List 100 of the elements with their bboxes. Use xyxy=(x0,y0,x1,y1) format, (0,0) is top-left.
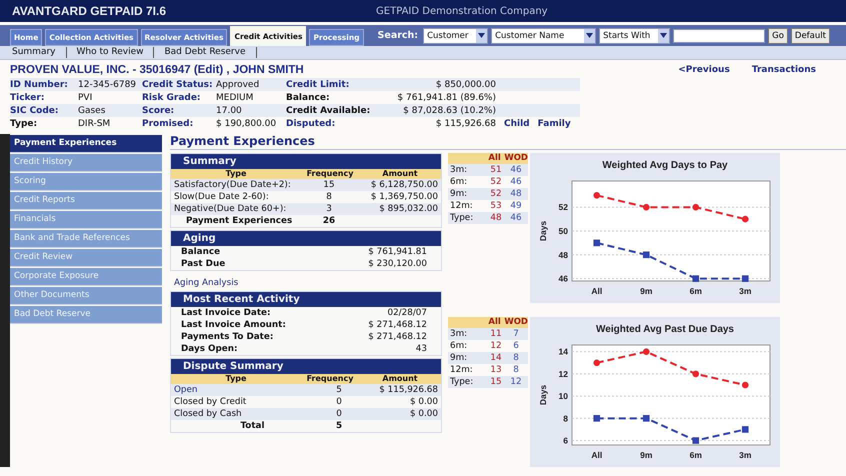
sub-nav-link[interactable]: Bad Debt Reserve xyxy=(154,47,256,58)
x-tick-label: All xyxy=(591,286,602,296)
table-cell-text: $ 0.00 xyxy=(409,396,439,408)
y-tick-label: 52 xyxy=(558,202,568,212)
table-cell-text: $ 1,369,750.00 xyxy=(370,191,439,203)
page-title: Payment Experiences xyxy=(170,134,846,150)
company-name: GETPAID Demonstration Company xyxy=(376,6,548,16)
search-field[interactable] xyxy=(673,28,766,42)
field-value: 17.00 xyxy=(216,106,243,116)
table-cell-text: 0 xyxy=(335,396,343,408)
x-tick-label: 3m xyxy=(739,286,752,296)
table-cell-text: 48 xyxy=(509,188,523,200)
row-value: 02/28/07 xyxy=(387,307,427,319)
table-cell-text: 46 xyxy=(509,176,523,188)
table-cell-text: Satisfactory(Due Date+2): xyxy=(173,179,292,191)
x-tick-label: 6m xyxy=(690,450,702,460)
section-header: Aging xyxy=(171,231,441,246)
table-cell-text: 0 xyxy=(335,408,343,420)
table-cell-text: Closed by Cash xyxy=(173,408,243,420)
y-tick-label: 6 xyxy=(563,436,568,446)
sidebar-item[interactable]: Payment Experiences xyxy=(10,135,162,153)
default-button[interactable]: Default xyxy=(790,28,830,44)
section-header: Dispute Summary xyxy=(171,359,441,374)
row-value: $ 761,941.81 xyxy=(368,246,427,258)
row-value: 43 xyxy=(416,343,427,355)
table-cell-text: 52 xyxy=(489,176,503,188)
row-label: Last Invoice Date: xyxy=(181,307,271,319)
table-cell-text: 12m: xyxy=(449,364,474,376)
table-cell-text: 8 xyxy=(512,364,520,376)
field-label: Type: xyxy=(10,118,38,128)
data-point xyxy=(642,204,650,210)
field-label[interactable]: Credit Limit: xyxy=(286,80,380,90)
field-value: $ 850,000.00 xyxy=(434,80,496,90)
column-header: Type xyxy=(224,374,248,384)
y-tick-label: 12 xyxy=(558,368,568,379)
go-button[interactable]: Go xyxy=(768,28,788,44)
field-label[interactable]: Disputed: xyxy=(286,118,380,128)
field-label[interactable]: Ticker: xyxy=(10,92,78,102)
table-cell-text: $ 0.00 xyxy=(409,408,439,420)
column-header: Frequency xyxy=(306,374,354,384)
y-tick-label: 10 xyxy=(558,391,568,402)
data-point xyxy=(742,216,749,222)
table-cell-text: Total xyxy=(239,420,266,432)
field-value: Approved xyxy=(216,80,260,90)
table-cell-text: 15 xyxy=(322,179,336,191)
table-cell-text: 3m: xyxy=(449,164,468,176)
axis-label: Days xyxy=(538,220,548,242)
previous-link[interactable]: <Previous xyxy=(678,65,730,75)
table-cell-text: 3 xyxy=(325,203,333,215)
x-tick-label: 9m xyxy=(640,286,652,296)
x-tick-label: 3m xyxy=(739,450,752,460)
table-cell-text: $ 6,128,750.00 xyxy=(370,179,439,191)
section-header: Summary xyxy=(171,154,441,169)
table-cell-text: Closed by Credit xyxy=(173,396,248,408)
row-label: Last Invoice Amount: xyxy=(181,319,286,331)
field-value: MEDIUM xyxy=(216,92,254,102)
field-label[interactable]: Promised: xyxy=(142,118,216,128)
dropdown[interactable]: Customer Name xyxy=(491,28,596,44)
field-label[interactable]: Credit Status: xyxy=(142,80,216,90)
search-label: Search: xyxy=(378,30,418,41)
field-value: $ 87,028.63 (10.2%) xyxy=(402,106,496,116)
table-cell-text: 46 xyxy=(509,164,523,176)
table-cell-text: $ 895,032.00 xyxy=(378,203,439,215)
field-label[interactable]: Risk Grade: xyxy=(142,92,216,102)
dropdown[interactable]: Starts With xyxy=(599,28,670,44)
chart-title: Weighted Avg Past Due Days xyxy=(596,324,734,335)
table-cell-text: 14 xyxy=(489,352,503,364)
row-value: $ 271,468.12 xyxy=(368,319,427,331)
field-label[interactable]: Score: xyxy=(142,106,216,116)
column-header: Type xyxy=(224,169,248,179)
y-tick-label: 50 xyxy=(558,226,568,236)
aging-analysis-link[interactable]: Aging Analysis xyxy=(170,273,442,291)
table-cell-text: 15 xyxy=(489,376,503,388)
field-label[interactable]: SIC Code: xyxy=(10,106,78,116)
data-point xyxy=(593,192,600,199)
field-value: $ 190,800.00 xyxy=(216,118,278,128)
sub-nav-link[interactable]: Who to Review xyxy=(66,47,154,58)
transactions-link[interactable]: Transactions xyxy=(752,65,816,75)
detail-link[interactable]: Child xyxy=(504,118,530,128)
table-cell-text: 9m: xyxy=(449,352,468,364)
row-label: Balance xyxy=(181,246,220,258)
table-cell-text: 8 xyxy=(325,191,333,203)
table-cell-text: 13 xyxy=(489,364,503,376)
detail-link[interactable]: Family xyxy=(538,118,571,128)
dropdown[interactable]: Customer xyxy=(423,28,488,44)
row-label: Payments To Date: xyxy=(181,331,274,343)
table-cell-text: Type: xyxy=(449,212,474,224)
app-title: AVANTGARD GETPAID 7I.6 xyxy=(12,4,166,18)
field-label[interactable]: ID Number: xyxy=(10,80,78,90)
table-cell-text: Slow(Due Date 2-60): xyxy=(173,191,270,203)
section-header: Most Recent Activity xyxy=(171,292,441,307)
row-value: $ 230,120.00 xyxy=(368,258,427,270)
table-cell-text: 49 xyxy=(509,200,523,212)
sub-nav-link[interactable]: Summary xyxy=(8,47,66,58)
column-header: Amount xyxy=(381,169,419,179)
chart-title: Weighted Avg Days to Pay xyxy=(602,160,728,171)
table-cell-text: Type: xyxy=(449,376,474,388)
dispute-link[interactable]: Open xyxy=(171,384,309,396)
data-point xyxy=(692,370,700,378)
x-tick-label: All xyxy=(591,450,602,460)
